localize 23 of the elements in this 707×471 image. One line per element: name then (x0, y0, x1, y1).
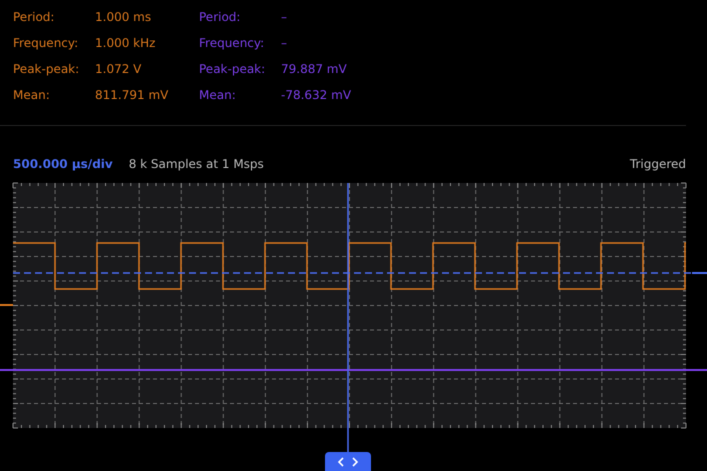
measurement-label: Mean: (199, 87, 237, 104)
timebase-label: 500.000 µs/div (13, 156, 113, 173)
measurement-label: Frequency: (13, 35, 80, 52)
measurement-label: Period: (199, 9, 242, 26)
pan-button[interactable] (325, 452, 371, 471)
measurement-label: Period: (13, 9, 56, 26)
measurement-label: Peak-peak: (13, 61, 80, 78)
measurement-value: -78.632 mV (281, 88, 352, 102)
measurement-value: 811.791 mV (95, 88, 168, 102)
measurement-value: – (281, 10, 287, 24)
measurement-value: 1.000 ms (95, 10, 152, 24)
channel-offset-marker[interactable] (0, 304, 13, 306)
measurement-value: – (281, 36, 287, 50)
measurement-label: Mean: (13, 87, 51, 104)
measurement-value: 1.072 V (95, 62, 142, 76)
trigger-status: Triggered (630, 156, 686, 173)
measurement-label: Peak-peak: (199, 61, 266, 78)
trigger-level-marker[interactable] (692, 272, 707, 274)
chevrons-icon (337, 456, 359, 466)
sample-rate-label: 8 k Samples at 1 Msps (128, 156, 264, 173)
measurement-label: Frequency: (199, 35, 266, 52)
measurement-value: 79.887 mV (281, 62, 347, 76)
measurement-value: 1.000 kHz (95, 36, 156, 50)
